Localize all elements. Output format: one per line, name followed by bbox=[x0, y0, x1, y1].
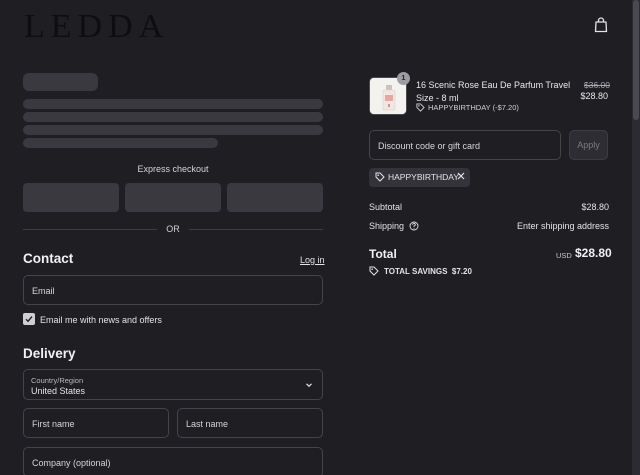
contact-heading: Contact bbox=[23, 251, 74, 266]
company-field[interactable]: Company (optional) bbox=[23, 447, 323, 475]
newsletter-checkbox[interactable] bbox=[23, 313, 35, 325]
loading-placeholder-line bbox=[23, 99, 323, 109]
country-value: United States bbox=[31, 386, 86, 396]
email-field[interactable]: Email bbox=[23, 275, 323, 305]
page-scrollbar[interactable] bbox=[632, 0, 640, 475]
discount-code-input[interactable]: Discount code or gift card bbox=[369, 130, 561, 160]
product-price: $28.80 bbox=[580, 91, 608, 101]
subtotal-value: $28.80 bbox=[581, 202, 609, 212]
express-pay-button[interactable] bbox=[227, 183, 323, 212]
remove-discount-icon[interactable] bbox=[456, 171, 466, 181]
total-value: $28.80 bbox=[575, 246, 612, 260]
brand-logo[interactable]: LEDDA bbox=[24, 8, 169, 46]
discount-code-placeholder: Discount code or gift card bbox=[378, 141, 481, 151]
tag-icon bbox=[369, 266, 379, 276]
express-pay-button[interactable] bbox=[23, 183, 119, 212]
total-label: Total bbox=[369, 247, 397, 261]
company-placeholder: Company (optional) bbox=[32, 458, 111, 468]
delivery-heading: Delivery bbox=[23, 346, 76, 361]
loading-placeholder-line bbox=[23, 138, 218, 148]
tag-icon bbox=[416, 103, 425, 112]
help-circle-icon[interactable] bbox=[409, 221, 419, 231]
first-name-placeholder: First name bbox=[32, 419, 75, 429]
login-link[interactable]: Log in bbox=[300, 255, 325, 265]
loading-placeholder-line bbox=[23, 125, 323, 135]
email-placeholder: Email bbox=[32, 286, 55, 296]
country-select[interactable]: Country/Region United States bbox=[23, 369, 323, 400]
total-savings-value: $7.20 bbox=[451, 267, 472, 276]
product-discount: HAPPYBIRTHDAY (-$7.20) bbox=[416, 103, 519, 112]
product-discount-text: HAPPYBIRTHDAY (-$7.20) bbox=[428, 103, 519, 112]
shipping-row: Shipping Enter shipping address bbox=[369, 221, 609, 231]
applied-discount-chip: HAPPYBIRTHDAY bbox=[369, 168, 470, 187]
total-savings-label: TOTAL SAVINGS bbox=[384, 267, 448, 276]
product-name: 16 Scenic Rose Eau De Parfum Travel Size… bbox=[416, 80, 571, 103]
apply-discount-button[interactable]: Apply bbox=[569, 130, 608, 160]
total-savings: TOTAL SAVINGS $7.20 bbox=[369, 266, 472, 276]
total-currency: USD bbox=[556, 251, 572, 260]
express-pay-button[interactable] bbox=[125, 183, 221, 212]
newsletter-label[interactable]: Email me with news and offers bbox=[40, 315, 162, 325]
country-label: Country/Region bbox=[31, 376, 84, 385]
applied-discount-code: HAPPYBIRTHDAY bbox=[388, 172, 460, 182]
chevron-down-icon bbox=[306, 383, 312, 388]
loading-placeholder-line bbox=[23, 112, 323, 122]
product-original-price: $36.00 bbox=[584, 80, 610, 90]
scrollbar-thumb[interactable] bbox=[633, 0, 639, 120]
or-label: OR bbox=[166, 224, 180, 234]
or-divider: OR bbox=[23, 223, 323, 235]
express-checkout-label: Express checkout bbox=[137, 164, 209, 174]
last-name-placeholder: Last name bbox=[186, 419, 229, 429]
subtotal-label: Subtotal bbox=[369, 202, 403, 212]
shipping-value: Enter shipping address bbox=[516, 221, 609, 231]
shopping-bag-icon[interactable] bbox=[594, 17, 608, 33]
checkmark-icon bbox=[25, 316, 33, 323]
last-name-field[interactable]: Last name bbox=[177, 408, 323, 438]
tag-icon bbox=[375, 172, 385, 182]
first-name-field[interactable]: First name bbox=[23, 408, 169, 438]
subtotal-row: Subtotal $28.80 bbox=[369, 202, 609, 212]
quantity-badge: 1 bbox=[397, 72, 410, 85]
loading-placeholder-title bbox=[23, 73, 98, 91]
shipping-label: Shipping bbox=[369, 221, 405, 231]
